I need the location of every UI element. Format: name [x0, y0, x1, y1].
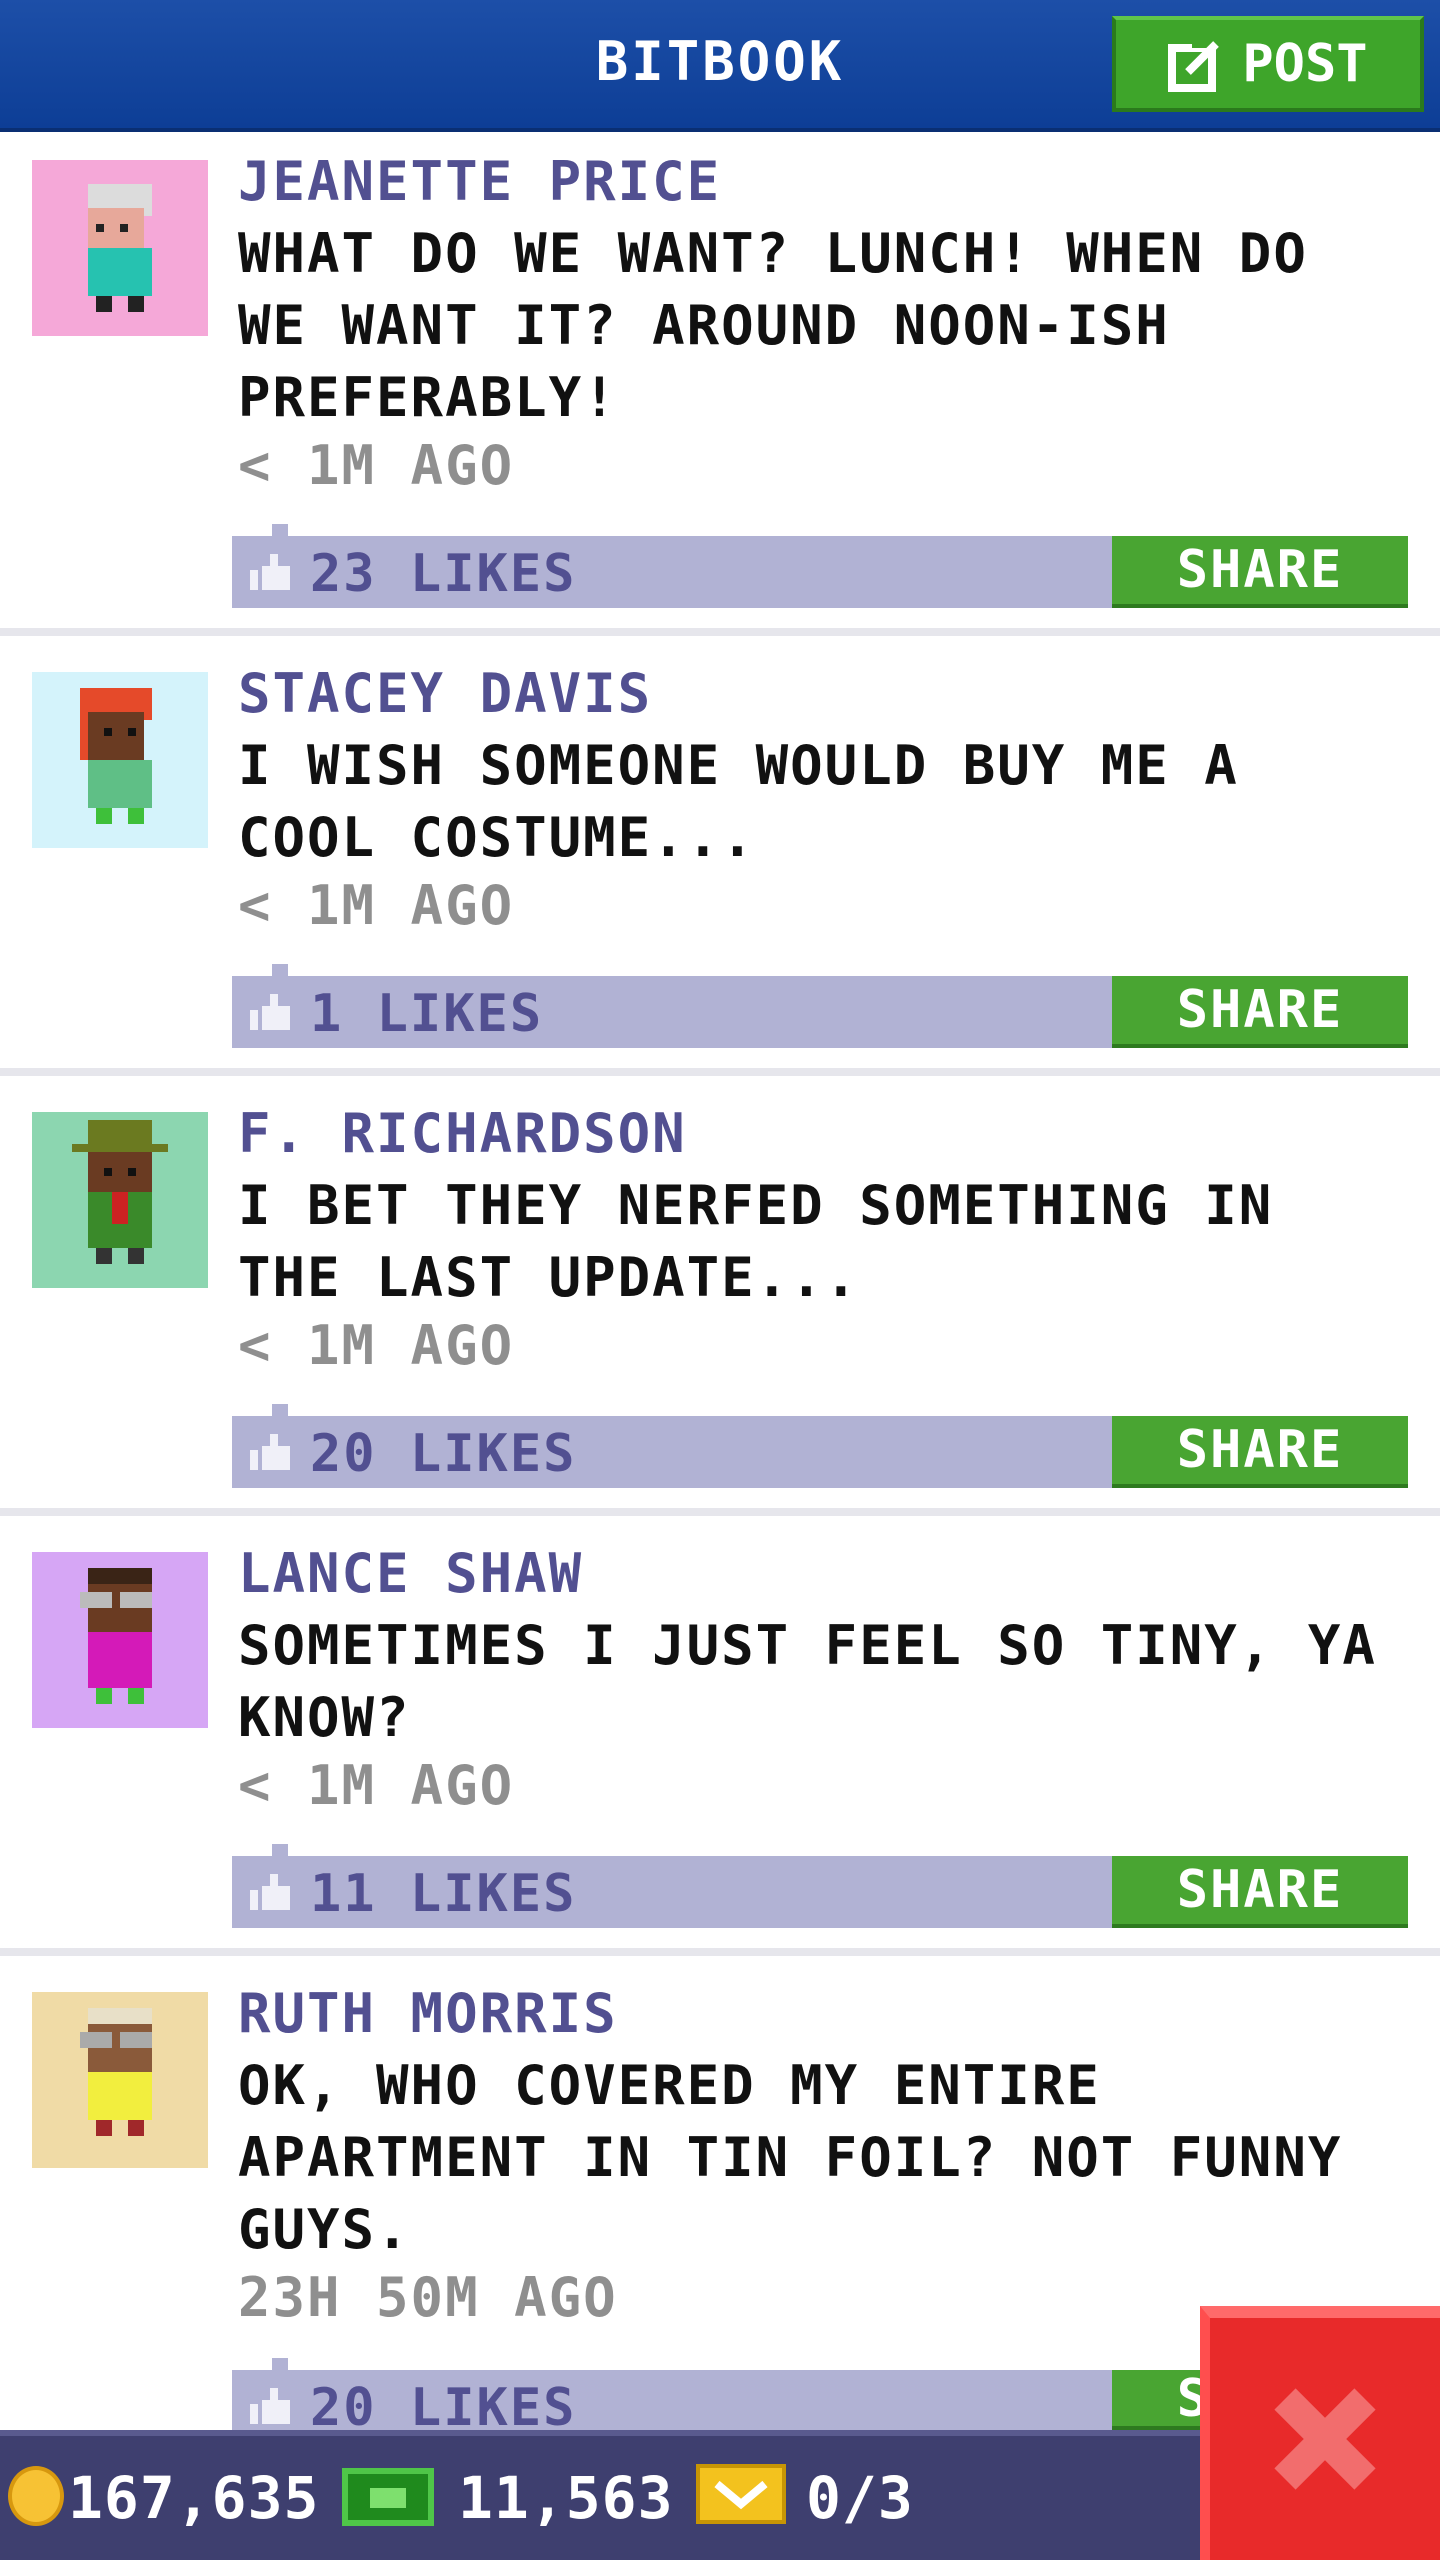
close-icon [1274, 2388, 1376, 2490]
likes-bar: 20 LIKES SHARE [232, 1404, 1408, 1488]
bux-count: 11,563 [458, 2464, 674, 2532]
divider [0, 1508, 1440, 1516]
compose-icon [1168, 36, 1224, 92]
likes-bar: 11 LIKES SHARE [232, 1844, 1408, 1928]
thumbs-up-icon [250, 1434, 290, 1470]
divider [0, 628, 1440, 636]
post-time: 23H 50M AGO [238, 2266, 618, 2329]
coin-count: 167,635 [68, 2464, 320, 2532]
post-author[interactable]: F. RICHARDSON [238, 1102, 687, 1165]
post-author[interactable]: STACEY DAVIS [238, 662, 652, 725]
likes-bar: 1 LIKES SHARE [232, 964, 1408, 1048]
likes-bar: 23 LIKES SHARE [232, 524, 1408, 608]
post-message: SOMETIMES I JUST FEEL SO TINY, YA KNOW? [238, 1614, 1377, 1749]
avatar[interactable] [32, 1552, 208, 1728]
likes-count[interactable]: 11 LIKES [310, 1864, 576, 1924]
post-time: < 1M AGO [238, 1314, 515, 1377]
post-author[interactable]: LANCE SHAW [238, 1542, 583, 1605]
post-card: LANCE SHAW SOMETIMES I JUST FEEL SO TINY… [0, 1520, 1440, 1952]
divider [0, 1948, 1440, 1956]
close-button[interactable] [1200, 2306, 1440, 2560]
likes-count[interactable]: 20 LIKES [310, 1424, 576, 1484]
share-button[interactable]: SHARE [1112, 1416, 1408, 1488]
post-time: < 1M AGO [238, 1754, 515, 1817]
bitbook-screen: BITBOOK POST JEANETTE PRICE WHAT DO WE W… [0, 0, 1440, 2560]
post-message: I WISH SOMEONE WOULD BUY ME A COOL COSTU… [238, 734, 1239, 869]
post-card: F. RICHARDSON I BET THEY NERFED SOMETHIN… [0, 1080, 1440, 1512]
post-author[interactable]: RUTH MORRIS [238, 1982, 618, 2045]
ticket-icon [696, 2464, 786, 2524]
post-message: I BET THEY NERFED SOMETHING IN THE LAST … [238, 1174, 1274, 1309]
share-button[interactable]: SHARE [1112, 1856, 1408, 1928]
likes-count[interactable]: 23 LIKES [310, 544, 576, 604]
thumbs-up-icon [250, 1874, 290, 1910]
post-card: STACEY DAVIS I WISH SOMEONE WOULD BUY ME… [0, 640, 1440, 1072]
post-button-label: POST [1242, 34, 1368, 94]
avatar[interactable] [32, 672, 208, 848]
post-time: < 1M AGO [238, 434, 515, 497]
likes-count[interactable]: 1 LIKES [310, 984, 543, 1044]
avatar[interactable] [32, 160, 208, 336]
header-bar: BITBOOK POST [0, 0, 1440, 132]
page-title: BITBOOK [595, 30, 845, 93]
thumbs-up-icon [250, 994, 290, 1030]
coin-icon [8, 2466, 64, 2526]
post-message: WHAT DO WE WANT? LUNCH! WHEN DO WE WANT … [238, 222, 1308, 429]
post-button[interactable]: POST [1112, 16, 1424, 112]
thumbs-up-icon [250, 2388, 290, 2424]
avatar[interactable] [32, 1112, 208, 1288]
avatar[interactable] [32, 1992, 208, 2168]
post-card: JEANETTE PRICE WHAT DO WE WANT? LUNCH! W… [0, 132, 1440, 638]
share-button[interactable]: SHARE [1112, 536, 1408, 608]
post-message: OK, WHO COVERED MY ENTIRE APARTMENT IN T… [238, 2054, 1343, 2261]
ticket-count: 0/3 [806, 2464, 914, 2532]
post-time: < 1M AGO [238, 874, 515, 937]
divider [0, 1068, 1440, 1076]
thumbs-up-icon [250, 554, 290, 590]
bux-icon [342, 2468, 434, 2526]
share-button[interactable]: SHARE [1112, 976, 1408, 1048]
likes-count[interactable]: 20 LIKES [310, 2378, 576, 2438]
post-author[interactable]: JEANETTE PRICE [238, 150, 721, 213]
